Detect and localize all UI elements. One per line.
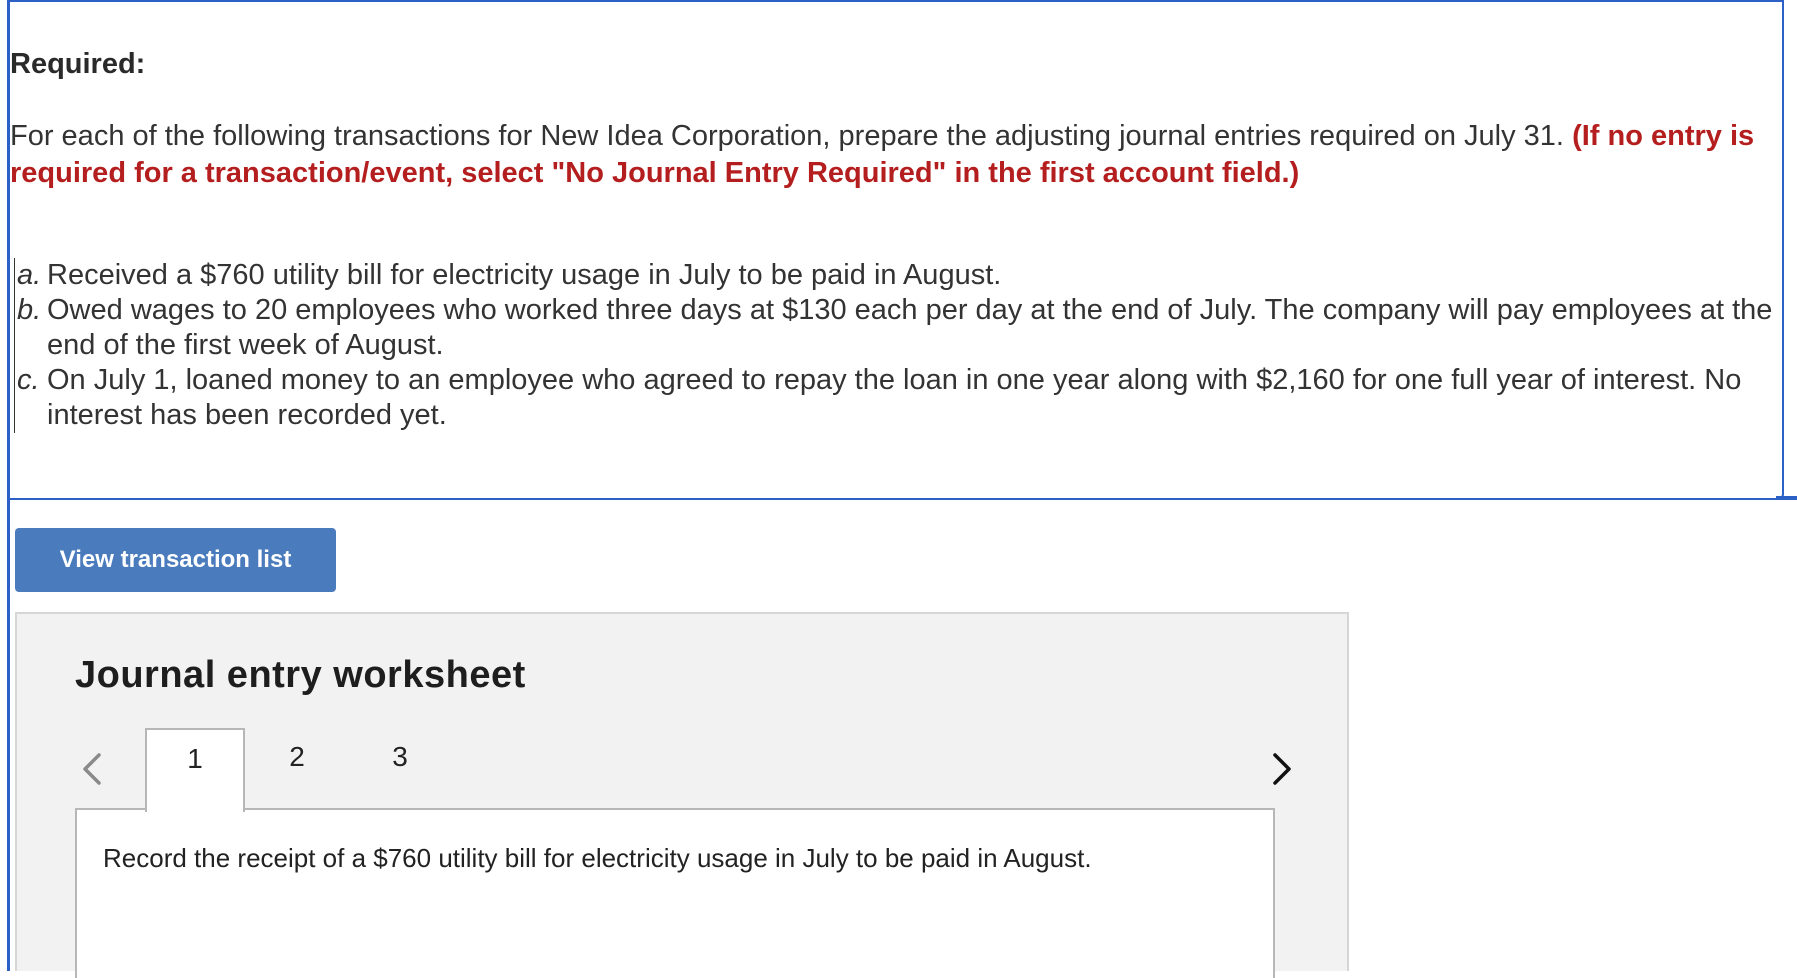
tab-3[interactable]: 3: [350, 728, 450, 810]
transaction-text: On July 1, loaned money to an employee w…: [47, 364, 1742, 431]
chevron-left-icon[interactable]: [77, 752, 107, 786]
transaction-list: a. Received a $760 utility bill for elec…: [14, 258, 1774, 433]
tab-1[interactable]: 1: [145, 728, 245, 812]
worksheet-content-panel: Record the receipt of a $760 utility bil…: [75, 808, 1275, 978]
transaction-item-c: c. On July 1, loaned money to an employe…: [14, 363, 1774, 433]
question-frame-tail: [1776, 496, 1797, 500]
instructions: For each of the following transactions f…: [10, 118, 1770, 192]
transaction-item-a: a. Received a $760 utility bill for elec…: [14, 258, 1774, 293]
worksheet-title: Journal entry worksheet: [75, 654, 526, 696]
journal-entry-worksheet: Journal entry worksheet 1 2 3 Record the…: [15, 612, 1349, 978]
tab-2[interactable]: 2: [247, 728, 347, 810]
transaction-item-b: b. Owed wages to 20 employees who worked…: [14, 293, 1774, 363]
worksheet-tab-bar: 1 2 3: [17, 728, 1347, 812]
transaction-text: Owed wages to 20 employees who worked th…: [47, 294, 1773, 361]
transaction-text: Received a $760 utility bill for electri…: [47, 259, 1002, 291]
instructions-text: For each of the following transactions f…: [10, 120, 1573, 152]
view-transaction-list-button[interactable]: View transaction list: [15, 528, 336, 592]
transaction-letter: a.: [17, 259, 42, 291]
chevron-right-icon[interactable]: [1267, 752, 1297, 786]
transaction-letter: b.: [17, 294, 42, 326]
required-heading: Required:: [10, 48, 146, 80]
transaction-letter: c.: [17, 364, 40, 396]
worksheet-prompt: Record the receipt of a $760 utility bil…: [103, 843, 1092, 873]
